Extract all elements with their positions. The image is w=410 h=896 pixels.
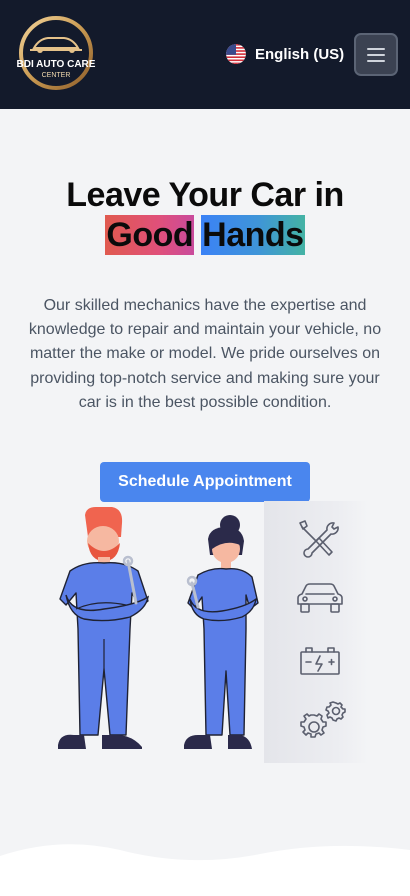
language-label: English (US): [255, 45, 345, 63]
female-mechanic: [184, 515, 259, 749]
language-selector[interactable]: English (US): [226, 44, 344, 64]
mechanics-illustration: [58, 507, 259, 749]
us-flag-icon: [226, 44, 246, 64]
hero-section: Leave Your Car in Good Hands Our skilled…: [0, 109, 410, 896]
site-header: BDI AUTO CARE CENTER English (US): [0, 0, 410, 109]
logo[interactable]: BDI AUTO CARE CENTER: [15, 14, 97, 92]
logo-subtext: CENTER: [42, 72, 71, 79]
decorative-wave: [0, 844, 410, 896]
logo-text: BDI AUTO CARE: [17, 59, 96, 70]
menu-button[interactable]: [354, 33, 398, 76]
hamburger-menu-icon: [367, 47, 385, 62]
male-mechanic: [58, 507, 149, 749]
